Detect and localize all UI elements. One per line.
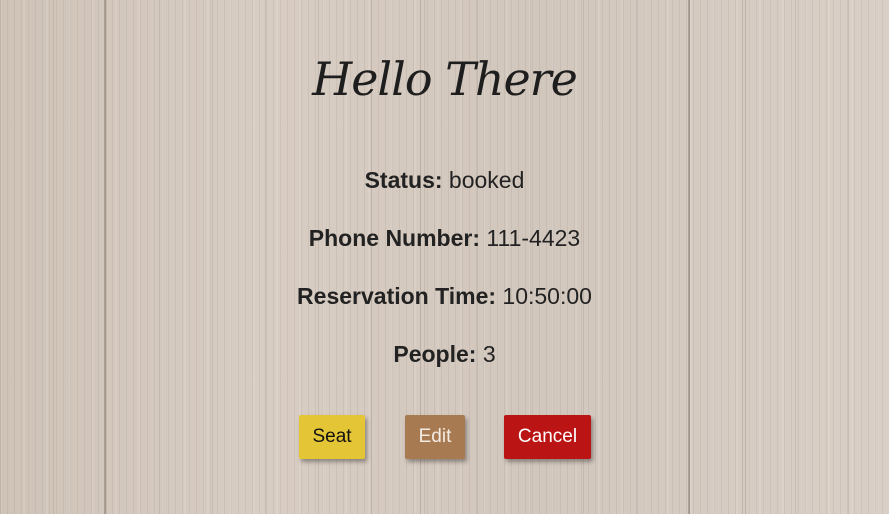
people-value: 3 (476, 341, 496, 367)
people-field: People: 3 (0, 341, 889, 368)
phone-label: Phone Number: (308, 225, 481, 251)
edit-button[interactable]: Edit (405, 415, 465, 459)
greeting-heading: Hello There (312, 52, 578, 106)
reservation-time-label: Reservation Time: (297, 283, 497, 309)
seat-button[interactable]: Seat (299, 415, 365, 459)
status-field: Status: booked (0, 167, 889, 194)
reservation-card: Hello There Status: booked Phone Number:… (0, 0, 889, 514)
reservation-time-value: 10:50:00 (496, 283, 592, 309)
phone-field: Phone Number: 111-4423 (0, 225, 889, 252)
phone-value: 111-4423 (480, 225, 581, 251)
reservation-time-field: Reservation Time: 10:50:00 (0, 283, 889, 310)
people-label: People: (393, 341, 477, 367)
status-value: booked (442, 167, 525, 193)
status-label: Status: (364, 167, 443, 193)
cancel-button[interactable]: Cancel (504, 415, 591, 459)
